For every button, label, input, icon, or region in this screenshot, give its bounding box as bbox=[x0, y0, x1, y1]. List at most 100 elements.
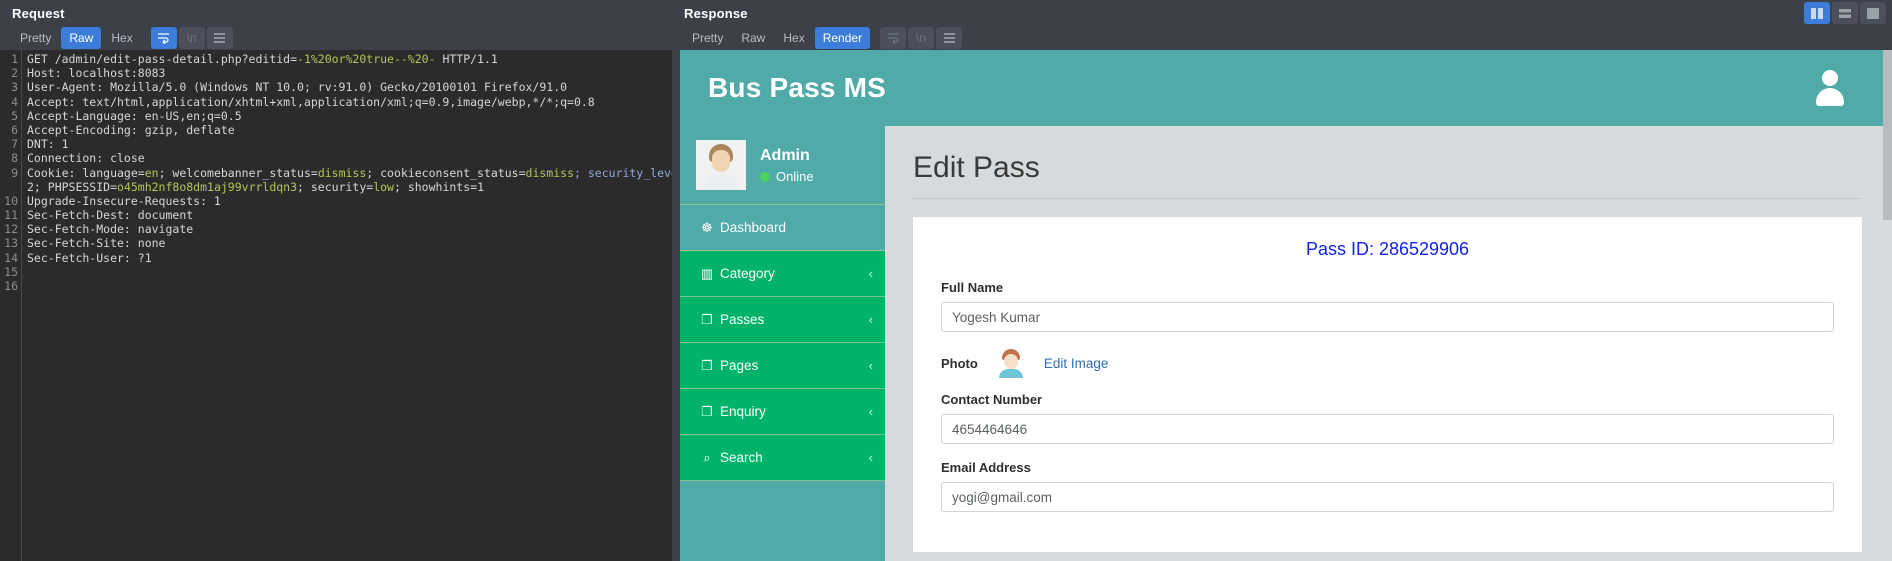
request-panel: Request Pretty Raw Hex \n 1 2 3 4 5 6 7 8 9 10 11 1… bbox=[0, 0, 672, 561]
email-address-label: Email Address bbox=[941, 460, 1031, 475]
pass-id-label: Pass ID: 286529906 bbox=[1305, 239, 1470, 259]
chevron-left-icon: ‹ bbox=[868, 404, 873, 419]
request-line: 2; PHPSESSID=o45mh2nf8o8dm1aj99vrrldqn3;… bbox=[27, 179, 484, 194]
photo-label: Photo bbox=[941, 355, 978, 371]
request-line: Sec-Fetch-Site: none bbox=[27, 236, 166, 251]
field-group-email-address: Email Address bbox=[941, 460, 1834, 512]
request-editor[interactable]: 1 2 3 4 5 6 7 8 9 10 11 12 13 14 15 16 GET /admin/edit-… bbox=[0, 50, 672, 561]
page-title: Edit Pass bbox=[913, 151, 1040, 184]
contact-number-label: Contact Number bbox=[941, 392, 1043, 407]
sidebar-item-search[interactable]: ⌕ Search ‹ bbox=[680, 435, 885, 481]
hamburger-menu-icon[interactable] bbox=[206, 27, 233, 49]
line-number: 2 bbox=[11, 66, 18, 81]
line-number: 14 bbox=[4, 250, 18, 265]
sidebar-user-status-label: Online bbox=[776, 169, 814, 184]
line-number: 1 bbox=[11, 52, 18, 66]
request-line: Cookie: language=en; welcomebanner_statu… bbox=[27, 165, 672, 180]
response-tab-pretty[interactable]: Pretty bbox=[684, 27, 731, 49]
split-horizontal-icon[interactable] bbox=[1832, 2, 1858, 24]
line-number: 4 bbox=[11, 94, 18, 109]
sidebar-item-passes[interactable]: ❐ Passes ‹ bbox=[680, 297, 885, 343]
dashboard-icon: ☸ bbox=[701, 219, 713, 235]
request-line: Upgrade-Insecure-Requests: 1 bbox=[27, 193, 221, 208]
request-line bbox=[27, 279, 672, 293]
edit-image-link[interactable]: Edit Image bbox=[1044, 356, 1109, 371]
response-tab-hex[interactable]: Hex bbox=[775, 27, 812, 49]
line-number: 13 bbox=[4, 236, 18, 251]
bar-chart-icon: ▥ bbox=[700, 265, 714, 281]
request-raw-text[interactable]: GET /admin/edit-pass-detail.php?editid=-… bbox=[22, 50, 672, 561]
request-panel-title: Request bbox=[12, 6, 65, 21]
online-status-dot-icon bbox=[760, 171, 770, 182]
request-line: Accept: text/html,application/xhtml+xml,… bbox=[27, 94, 595, 109]
request-tab-hex[interactable]: Hex bbox=[103, 27, 140, 49]
chevron-left-icon: ‹ bbox=[868, 358, 873, 373]
chevron-left-icon: ‹ bbox=[868, 266, 873, 281]
user-avatar-icon[interactable] bbox=[1810, 68, 1850, 108]
field-group-full-name: Full Name bbox=[941, 280, 1834, 332]
request-tab-pretty[interactable]: Pretty bbox=[12, 27, 59, 49]
site-brand: Bus Pass MS bbox=[708, 72, 887, 103]
sidebar-item-pages[interactable]: ❐ Pages ‹ bbox=[680, 343, 885, 389]
sidebar-user-name: Admin bbox=[760, 147, 810, 164]
request-line: Sec-Fetch-Mode: navigate bbox=[27, 222, 194, 237]
sidebar-item-label: Dashboard bbox=[720, 220, 787, 235]
line-number: 10 bbox=[4, 193, 18, 208]
line-number: 5 bbox=[11, 108, 18, 123]
request-line: Accept-Encoding: gzip, deflate bbox=[27, 122, 235, 137]
photo-thumbnail-icon bbox=[996, 348, 1026, 378]
chevron-left-icon: ‹ bbox=[868, 312, 873, 327]
sidebar-item-category[interactable]: ▥ Category ‹ bbox=[680, 251, 885, 297]
site-header: Bus Pass MS bbox=[680, 50, 1892, 126]
sidebar: Admin Online ☸ Dashboard ▥ Category ‹ ❐ Passes… bbox=[680, 126, 885, 561]
field-group-contact-number: Contact Number bbox=[941, 392, 1834, 444]
word-wrap-icon[interactable] bbox=[150, 27, 177, 49]
line-number: 7 bbox=[11, 137, 18, 152]
request-line: DNT: 1 bbox=[27, 137, 69, 152]
show-newlines-icon[interactable]: \n bbox=[178, 27, 205, 49]
line-number: 15 bbox=[4, 264, 18, 279]
email-address-input[interactable] bbox=[941, 482, 1834, 512]
full-name-label: Full Name bbox=[941, 280, 1004, 295]
response-panel: Response Pretty Raw Hex Render \n Bus Pa… bbox=[672, 0, 1892, 561]
copy-icon: ❐ bbox=[701, 311, 713, 327]
request-line: User-Agent: Mozilla/5.0 (Windows NT 10.0… bbox=[27, 80, 568, 95]
edit-pass-card: Pass ID: 286529906 Full Name Photo Edit … bbox=[913, 217, 1862, 552]
request-line: Sec-Fetch-Dest: document bbox=[27, 208, 194, 223]
word-wrap-icon[interactable] bbox=[880, 27, 907, 49]
rendered-response-view: Bus Pass MS Admin Online ☸ Dashboard ▥ C… bbox=[680, 50, 1892, 561]
request-tab-raw[interactable]: Raw bbox=[61, 27, 102, 49]
response-tab-raw[interactable]: Raw bbox=[733, 27, 773, 49]
chevron-left-icon: ‹ bbox=[868, 450, 873, 465]
split-vertical-icon[interactable] bbox=[1804, 2, 1830, 24]
contact-number-input[interactable] bbox=[941, 414, 1834, 444]
sidebar-item-dashboard[interactable]: ☸ Dashboard bbox=[680, 205, 885, 251]
rendered-view-scrollbar[interactable] bbox=[1883, 50, 1892, 561]
sidebar-item-label: Pages bbox=[720, 358, 759, 373]
request-line: Sec-Fetch-User: ?1 bbox=[27, 250, 152, 265]
sidebar-item-label: Search bbox=[720, 450, 763, 465]
sidebar-item-label: Category bbox=[720, 266, 775, 281]
search-icon: ⌕ bbox=[703, 449, 711, 465]
line-number: 8 bbox=[11, 151, 18, 166]
request-line: Host: localhost:8083 bbox=[27, 66, 166, 81]
hamburger-menu-icon[interactable] bbox=[936, 27, 963, 49]
response-tab-render[interactable]: Render bbox=[814, 27, 871, 49]
sidebar-menu: ☸ Dashboard ▥ Category ‹ ❐ Passes ‹ ❐ Pages ‹ ❐ Enqu… bbox=[680, 205, 885, 481]
sidebar-user-block: Admin Online bbox=[680, 126, 885, 205]
sidebar-user-photo bbox=[696, 140, 746, 190]
site-body: Admin Online ☸ Dashboard ▥ Category ‹ ❐ Passes… bbox=[680, 126, 1892, 561]
window-layout-buttons bbox=[1804, 2, 1886, 24]
request-line: GET /admin/edit-pass-detail.php?editid=-… bbox=[27, 52, 498, 66]
title-divider bbox=[913, 198, 1862, 199]
sidebar-item-label: Enquiry bbox=[720, 404, 766, 419]
maximize-panel-icon[interactable] bbox=[1860, 2, 1886, 24]
show-newlines-icon[interactable]: \n bbox=[908, 27, 935, 49]
line-number: 9 bbox=[11, 165, 18, 180]
sidebar-item-enquiry[interactable]: ❐ Enquiry ‹ bbox=[680, 389, 885, 435]
scrollbar-thumb[interactable] bbox=[1883, 50, 1892, 220]
full-name-input[interactable] bbox=[941, 302, 1834, 332]
request-line: Connection: close bbox=[27, 151, 145, 166]
copy-icon: ❐ bbox=[701, 403, 713, 419]
line-number: 11 bbox=[4, 208, 18, 223]
